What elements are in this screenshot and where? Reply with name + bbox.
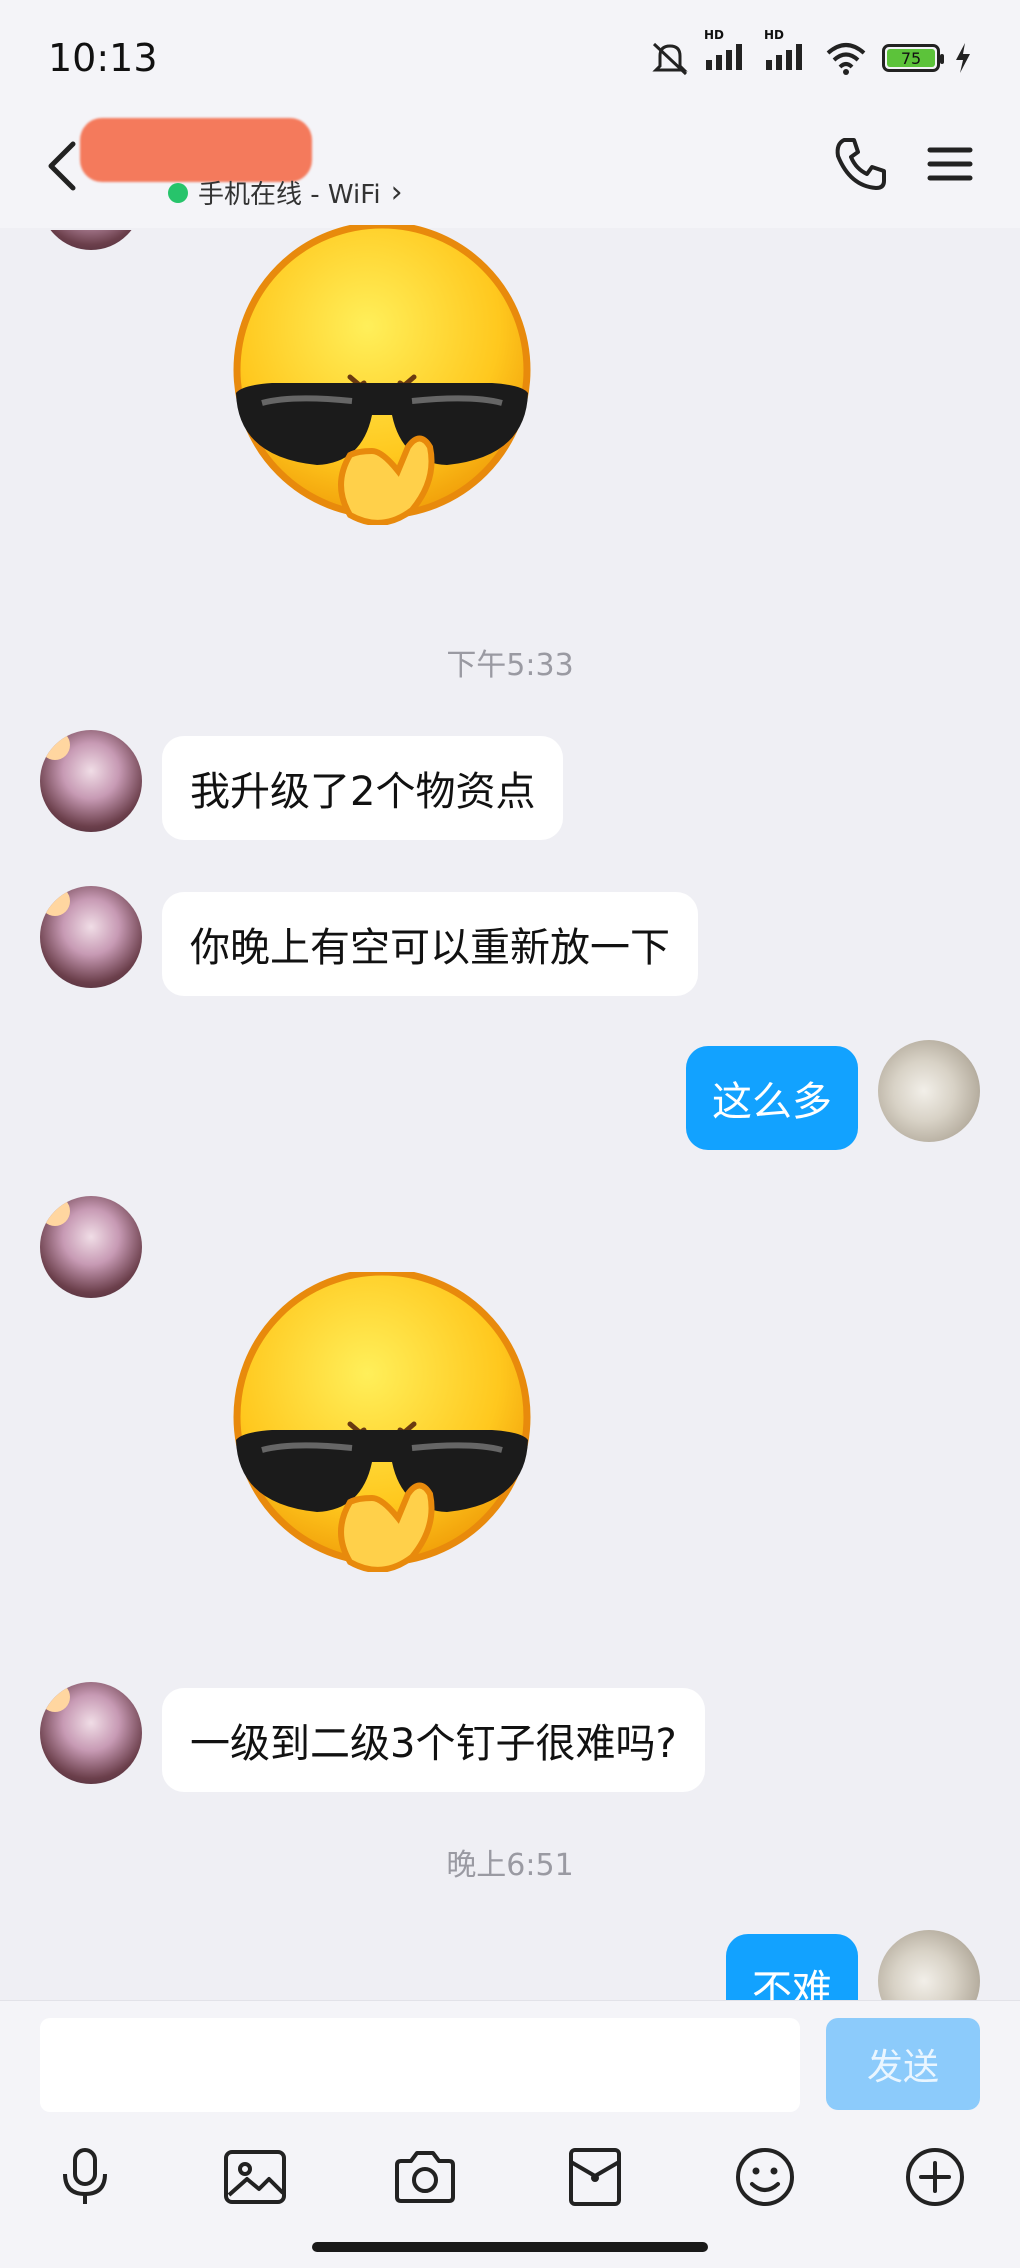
presence-text: 手机在线 - WiFi [198, 180, 381, 210]
red-packet-button[interactable] [560, 2142, 630, 2212]
smiley-icon [736, 2148, 794, 2206]
wifi-icon [826, 43, 866, 75]
signal-2: HD [764, 28, 810, 76]
sunglasses-emoji-sticker[interactable] [232, 225, 532, 525]
battery-icon: 75 [882, 44, 944, 72]
red-envelope-icon [569, 2148, 621, 2206]
presence-status[interactable]: 手机在线 - WiFi › [168, 174, 403, 211]
chevron-left-icon [48, 141, 76, 191]
online-dot-icon [168, 182, 188, 203]
contact-avatar[interactable] [40, 730, 142, 832]
my-avatar[interactable] [878, 1040, 980, 1142]
call-button[interactable] [830, 134, 890, 194]
timestamp: 下午5:33 [446, 648, 574, 683]
message-bubble-outgoing[interactable]: 这么多 [686, 1046, 858, 1150]
more-button[interactable] [900, 2142, 970, 2212]
camera-icon [395, 2151, 455, 2203]
menu-button[interactable] [920, 134, 980, 194]
hamburger-menu-icon [927, 147, 973, 181]
status-icons: HD HD 75 [650, 28, 972, 76]
message-bubble-incoming[interactable]: 我升级了2个物资点 [162, 736, 564, 840]
voice-button[interactable] [50, 2142, 120, 2212]
message-bubble-incoming[interactable]: 你晚上有空可以重新放一下 [162, 892, 698, 996]
cell-signal-icon [706, 44, 742, 70]
mute-bell-icon [652, 42, 688, 76]
contact-avatar[interactable] [40, 886, 142, 988]
plus-circle-icon [906, 2148, 964, 2206]
emoji-button[interactable] [730, 2142, 800, 2212]
contact-avatar[interactable] [40, 1196, 142, 1298]
message-input[interactable] [40, 2018, 800, 2112]
phone-icon [835, 138, 886, 190]
chevron-right-icon: › [390, 175, 403, 210]
cell-signal-icon [766, 44, 802, 70]
battery-level: 75 [900, 48, 922, 68]
message-bubble-incoming[interactable]: 一级到二级3个钉子很难吗? [162, 1688, 705, 1792]
hd-label: HD [764, 28, 785, 42]
image-icon [224, 2150, 286, 2204]
microphone-icon [63, 2148, 107, 2204]
hd-label: HD [704, 28, 725, 42]
status-time: 10:13 [48, 36, 158, 80]
contact-avatar[interactable] [40, 1682, 142, 1784]
sunglasses-emoji-sticker[interactable] [232, 1272, 532, 1572]
home-indicator[interactable] [312, 2242, 708, 2252]
photo-button[interactable] [220, 2142, 290, 2212]
contact-name-redacted [80, 118, 312, 182]
send-button[interactable]: 发送 [826, 2018, 980, 2110]
timestamp: 晚上6:51 [446, 1848, 574, 1883]
camera-button[interactable] [390, 2142, 460, 2212]
charging-icon [956, 43, 970, 73]
signal-1: HD [704, 28, 750, 76]
